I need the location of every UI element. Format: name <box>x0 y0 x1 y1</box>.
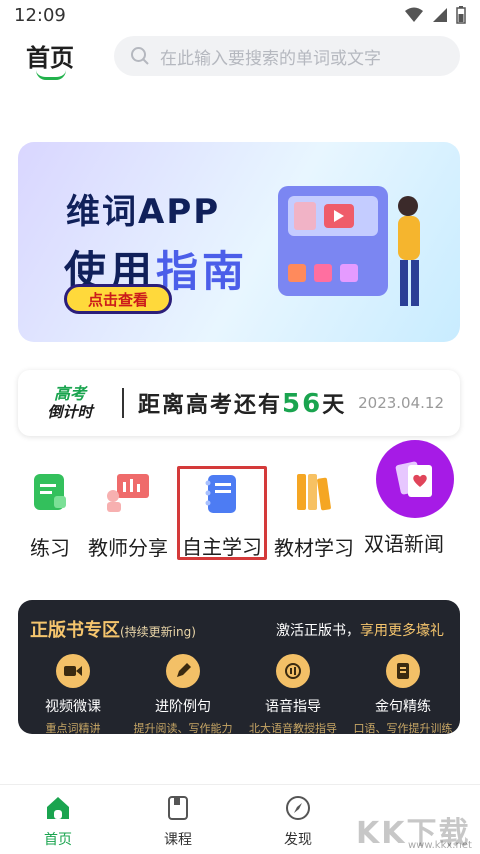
zone-promo-a: 激活正版书， <box>276 623 360 639</box>
search-icon <box>131 47 149 65</box>
zone-promo: 激活正版书，享用更多壕礼 <box>276 620 444 640</box>
voice-icon <box>276 654 310 688</box>
genuine-book-zone[interactable]: 正版书专区(持续更新ing) 激活正版书，享用更多壕礼 视频微课 重点词精讲 进… <box>18 600 460 734</box>
page-title: 首页 <box>26 44 74 72</box>
video-icon <box>56 654 90 688</box>
menu-item-self-study[interactable]: 自主学习 <box>177 466 267 560</box>
countdown-days: 56 <box>282 389 323 419</box>
banner-line2-b: 指南 <box>156 247 249 296</box>
pencil-icon <box>166 654 200 688</box>
zone-feature-title: 视频微课 <box>45 699 101 715</box>
teacher-share-icon <box>107 474 149 512</box>
menu-item-textbook[interactable]: 教材学习 <box>274 470 354 561</box>
zone-feature-sub: 口语、写作提升训练 <box>353 722 453 734</box>
banner-illustration <box>278 186 420 306</box>
countdown-suffix: 天 <box>322 393 347 418</box>
zone-feature-quotes[interactable]: 金句精练 口语、写作提升训练 <box>348 654 458 734</box>
zone-feature-video[interactable]: 视频微课 重点词精讲 <box>18 654 128 734</box>
status-time: 12:09 <box>14 4 66 26</box>
battery-icon <box>456 6 466 24</box>
signal-icon <box>433 8 447 22</box>
search-input[interactable]: 在此输入要搜索的单词或文字 <box>114 36 460 76</box>
countdown-prefix: 距离高考还有 <box>138 393 283 418</box>
tab-discover-label: 发现 <box>284 832 312 848</box>
menu-label-bilingual-news: 双语新闻 <box>364 532 444 556</box>
search-placeholder: 在此输入要搜索的单词或文字 <box>160 48 381 69</box>
quote-icon <box>386 654 420 688</box>
zone-feature-sentences[interactable]: 进阶例句 提升阅读、写作能力 <box>128 654 238 734</box>
zone-promo-b: 享用更多壕礼 <box>360 623 444 639</box>
banner-view-button[interactable]: 点击查看 <box>64 284 172 314</box>
menu-label-textbook: 教材学习 <box>274 536 354 560</box>
tab-home[interactable]: 首页 <box>18 795 98 849</box>
course-icon <box>168 796 188 820</box>
zone-title: 正版书专区(持续更新ing) <box>30 616 196 642</box>
menu-item-teacher-share[interactable]: 教师分享 <box>88 470 168 561</box>
textbook-icon <box>297 474 331 511</box>
countdown-date: 2023.04.12 <box>358 394 444 412</box>
countdown-divider <box>122 388 124 418</box>
countdown-logo: 高考 倒计时 <box>18 384 122 422</box>
menu-label-self-study: 自主学习 <box>182 535 262 559</box>
compass-icon <box>286 796 310 820</box>
zone-feature-title: 语音指导 <box>265 699 321 715</box>
wifi-icon <box>405 7 423 22</box>
tab-course[interactable]: 课程 <box>138 795 218 849</box>
zone-feature-sub: 北大语音教授指导 <box>249 722 337 734</box>
zone-feature-title: 金句精练 <box>375 699 431 715</box>
banner-line1: 维词APP <box>66 192 221 232</box>
countdown-text: 距离高考还有56天 <box>138 387 346 419</box>
practice-icon <box>34 474 66 510</box>
zone-subtitle: (持续更新ing) <box>120 625 196 639</box>
menu-label-practice: 练习 <box>30 536 70 560</box>
zone-feature-voice[interactable]: 语音指导 北大语音教授指导 <box>238 654 348 734</box>
countdown-logo-line1: 高考 <box>53 384 86 403</box>
tab-discover[interactable]: 发现 <box>258 795 338 849</box>
zone-title-text: 正版书专区 <box>30 620 120 641</box>
zone-feature-sub: 重点词精讲 <box>45 722 101 734</box>
news-card-icon <box>395 461 432 497</box>
exam-countdown: 高考 倒计时 距离高考还有56天 2023.04.12 <box>18 370 460 436</box>
self-study-icon <box>205 475 236 513</box>
guide-banner[interactable]: 维词APP 使用指南 点击查看 <box>18 142 460 342</box>
status-bar: 12:09 <box>0 0 480 30</box>
menu-item-practice[interactable]: 练习 <box>30 470 70 561</box>
home-icon <box>47 797 69 819</box>
zone-feature-sub: 提升阅读、写作能力 <box>133 722 233 734</box>
menu-label-teacher-share: 教师分享 <box>88 536 168 560</box>
bilingual-news-circle[interactable] <box>376 440 454 518</box>
countdown-logo-line2: 倒计时 <box>47 403 93 421</box>
zone-feature-title: 进阶例句 <box>155 699 211 715</box>
tab-home-label: 首页 <box>44 832 72 848</box>
tab-course-label: 课程 <box>164 832 192 848</box>
watermark-url: www.kkx.net <box>408 840 472 851</box>
